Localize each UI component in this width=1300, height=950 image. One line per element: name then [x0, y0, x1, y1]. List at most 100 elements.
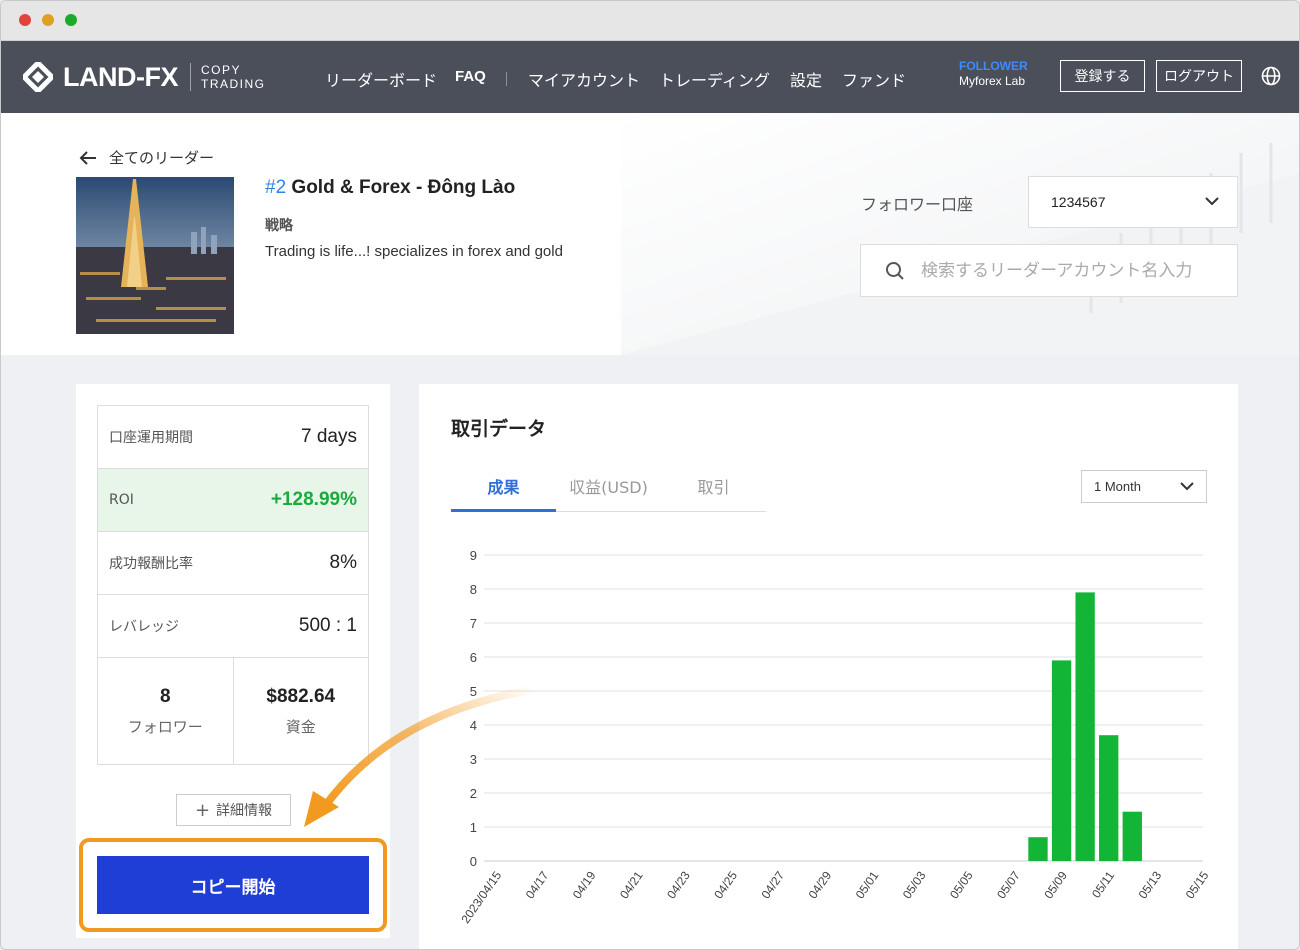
- x-tick-label: 05/03: [900, 868, 929, 901]
- chart-bar: [1028, 837, 1048, 861]
- logo-divider: [189, 63, 191, 91]
- copy-button-highlight: コピー開始: [79, 838, 387, 932]
- x-tick-label: 2023/04/15: [458, 868, 504, 925]
- x-tick-label: 05/09: [1041, 868, 1070, 901]
- y-tick-label: 2: [470, 786, 477, 801]
- maximize-window-button[interactable]: [65, 14, 77, 26]
- top-navbar: LAND-FX COPY TRADING リーダーボード FAQ マイアカウント…: [1, 41, 1299, 113]
- leader-title: #2 Gold & Forex - Đông Lào: [265, 177, 515, 199]
- landfx-logo-icon: [20, 59, 56, 95]
- plus-icon: +: [194, 799, 211, 821]
- leader-stats-card: 口座運用期間 7 days ROI +128.99% 成功報酬比率 8% レバレ…: [76, 384, 390, 938]
- logo-sub-copy: COPY: [200, 63, 241, 77]
- y-tick-label: 1: [470, 820, 477, 835]
- follower-account-value: 1234567: [1051, 194, 1106, 210]
- performance-bar-chart: 0 1 2 3 4 5 6 7 8 9 2023/04/15 04/17 04/19 04/21 04/23…: [458, 548, 1212, 926]
- x-tick-label: 04/25: [711, 868, 740, 901]
- strategy-text: Trading is life...! specializes in forex…: [265, 243, 563, 260]
- leader-header: 全てのリーダー #2 Gold & Forex - Đông Lào 戦略 Tr…: [1, 113, 1299, 355]
- stat-funds-value: $882.64: [266, 685, 336, 707]
- stat-roi: ROI +128.99%: [98, 469, 368, 532]
- back-label: 全てのリーダー: [109, 149, 215, 167]
- tab-performance[interactable]: 成果: [451, 470, 556, 512]
- x-tick-label: 04/19: [570, 868, 599, 901]
- logout-button[interactable]: ログアウト: [1156, 60, 1242, 92]
- follower-role: FOLLOWER: [959, 59, 1028, 73]
- leader-rank: #2: [265, 177, 287, 198]
- y-tick-label: 8: [470, 582, 477, 597]
- header-background-decoration: [621, 113, 1299, 355]
- details-label: 詳細情報: [216, 803, 273, 819]
- stat-roi-label: ROI: [109, 492, 134, 508]
- stat-fee-value: 8%: [329, 552, 357, 573]
- trading-data-title: 取引データ: [451, 418, 547, 440]
- follower-badge: FOLLOWER Myforex Lab: [959, 59, 1028, 89]
- nav-funds[interactable]: ファンド: [842, 67, 906, 91]
- stat-period-value: 7 days: [301, 426, 357, 447]
- stat-followers-value: 8: [159, 685, 171, 707]
- x-tick-label: 05/11: [1089, 868, 1117, 900]
- y-tick-label: 3: [470, 752, 477, 767]
- stat-followers-funds: 8 フォロワー $882.64 資金: [98, 658, 368, 764]
- y-tick-label: 5: [470, 684, 477, 699]
- chevron-down-icon: [1180, 482, 1194, 491]
- logo-sub-trading: TRADING: [200, 77, 266, 91]
- nav-faq[interactable]: FAQ: [455, 68, 486, 85]
- x-tick-label: 04/29: [806, 868, 835, 901]
- chart-bar: [1099, 735, 1119, 861]
- details-button[interactable]: + 詳細情報: [176, 794, 291, 826]
- arrow-left-icon: [79, 150, 96, 165]
- nav-my-account[interactable]: マイアカウント: [528, 67, 640, 91]
- x-tick-label: 05/01: [853, 868, 882, 901]
- nav-trading[interactable]: トレーディング: [659, 67, 770, 91]
- chart-bar: [1051, 660, 1072, 861]
- x-tick-label: 04/23: [664, 868, 693, 901]
- trading-tabs: 成果 収益(USD) 取引: [451, 470, 766, 512]
- follower-account-label: フォロワー口座: [861, 195, 974, 214]
- x-tick-label: 05/07: [994, 868, 1023, 901]
- x-tick-label: 05/13: [1136, 868, 1165, 901]
- landfx-logo[interactable]: LAND-FX COPY TRADING: [20, 59, 266, 95]
- period-select[interactable]: 1 Month: [1081, 470, 1207, 503]
- back-to-leaders-link[interactable]: 全てのリーダー: [79, 147, 214, 168]
- nav-leaderboard[interactable]: リーダーボード: [325, 67, 437, 91]
- stat-period-label: 口座運用期間: [109, 430, 193, 446]
- x-tick-label: 05/15: [1183, 868, 1212, 901]
- chevron-down-icon: [1205, 197, 1219, 206]
- strategy-label: 戦略: [265, 218, 293, 234]
- stat-leverage-value: 500 : 1: [298, 615, 357, 636]
- tab-profit-usd[interactable]: 収益(USD): [556, 470, 661, 511]
- leader-name: Gold & Forex - Đông Lào: [291, 177, 516, 198]
- stat-fee: 成功報酬比率 8%: [98, 532, 368, 595]
- stats-table: 口座運用期間 7 days ROI +128.99% 成功報酬比率 8% レバレ…: [97, 405, 369, 765]
- stat-funds: $882.64 資金: [232, 658, 369, 764]
- x-tick-label: 04/27: [758, 868, 787, 901]
- browser-window: LAND-FX COPY TRADING リーダーボード FAQ マイアカウント…: [0, 0, 1300, 950]
- y-tick-label: 0: [470, 854, 477, 869]
- stat-followers-label: フォロワー: [127, 717, 203, 736]
- chart-bar: [1122, 811, 1142, 861]
- close-window-button[interactable]: [19, 14, 31, 26]
- nav-divider: [506, 72, 507, 86]
- start-copy-button[interactable]: コピー開始: [97, 856, 369, 914]
- globe-icon[interactable]: [1261, 66, 1281, 86]
- register-button[interactable]: 登録する: [1060, 60, 1145, 92]
- tab-trades[interactable]: 取引: [661, 470, 766, 511]
- logo-text: LAND-FX: [63, 61, 178, 92]
- leader-search[interactable]: [860, 244, 1238, 297]
- nav-settings[interactable]: 設定: [790, 67, 822, 91]
- x-tick-label: 04/21: [617, 868, 646, 901]
- y-tick-label: 4: [470, 718, 477, 733]
- follower-account-select[interactable]: 1234567: [1028, 176, 1238, 228]
- stat-fee-label: 成功報酬比率: [109, 556, 193, 572]
- leader-avatar: [76, 177, 234, 334]
- x-tick-label: 04/17: [523, 868, 552, 901]
- logo-subtitle: COPY TRADING: [201, 63, 266, 91]
- minimize-window-button[interactable]: [42, 14, 54, 26]
- follower-name: Myforex Lab: [959, 74, 1026, 88]
- search-icon: [886, 261, 904, 280]
- stat-leverage-label: レバレッジ: [109, 619, 179, 635]
- y-tick-label: 9: [470, 548, 477, 563]
- period-select-value: 1 Month: [1094, 479, 1141, 494]
- leader-search-input[interactable]: [921, 260, 1221, 281]
